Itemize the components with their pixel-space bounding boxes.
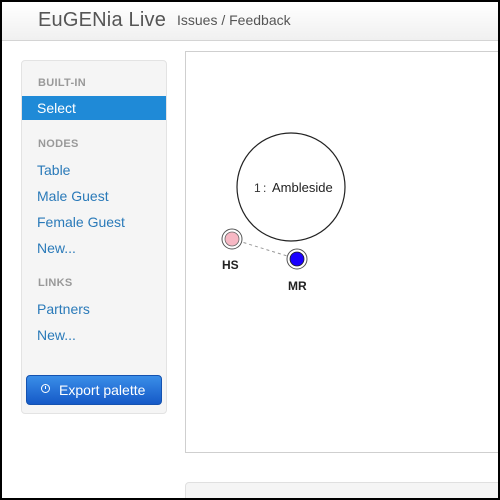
sidebar-item-male-guest[interactable]: Male Guest (37, 188, 109, 204)
download-circle-icon (41, 384, 50, 393)
female-guest-label: HS (222, 258, 239, 272)
top-navbar: EuGENia Live Issues / Feedback (2, 2, 498, 41)
sidebar-item-partners[interactable]: Partners (37, 301, 90, 317)
diagram-canvas[interactable]: 1 : Ambleside HS MR (185, 51, 498, 453)
properties-panel (185, 482, 498, 498)
app-title[interactable]: EuGENia Live (38, 9, 166, 32)
table-number: 1 (254, 181, 261, 195)
diagram-svg: 1 : Ambleside HS MR (221, 132, 346, 293)
builtin-header: BUILT-IN (38, 77, 87, 89)
nodes-header: NODES (38, 138, 79, 150)
table-name: Ambleside (272, 180, 333, 195)
export-palette-label: Export palette (59, 382, 146, 398)
palette-sidebar: BUILT-IN Select NODES Table Male Guest F… (21, 60, 167, 414)
sidebar-item-table[interactable]: Table (37, 162, 70, 178)
male-guest-label: MR (288, 279, 307, 293)
sidebar-item-new-link[interactable]: New... (37, 327, 76, 343)
female-guest-inner (224, 231, 240, 247)
male-guest-node[interactable]: MR (286, 248, 308, 293)
sidebar-item-select-label: Select (37, 100, 76, 116)
sidebar-item-female-guest[interactable]: Female Guest (37, 214, 125, 230)
export-palette-button[interactable]: Export palette (26, 375, 162, 405)
sidebar-item-select[interactable]: Select (22, 96, 166, 120)
table-separator: : (263, 181, 266, 195)
female-guest-node[interactable]: HS (221, 228, 243, 272)
sidebar-item-new-node[interactable]: New... (37, 240, 76, 256)
links-header: LINKS (38, 277, 73, 289)
app-window: EuGENia Live Issues / Feedback BUILT-IN … (2, 2, 498, 498)
issues-feedback-link[interactable]: Issues / Feedback (177, 12, 291, 28)
male-guest-inner (289, 251, 305, 267)
table-node[interactable]: 1 : Ambleside (236, 132, 346, 242)
